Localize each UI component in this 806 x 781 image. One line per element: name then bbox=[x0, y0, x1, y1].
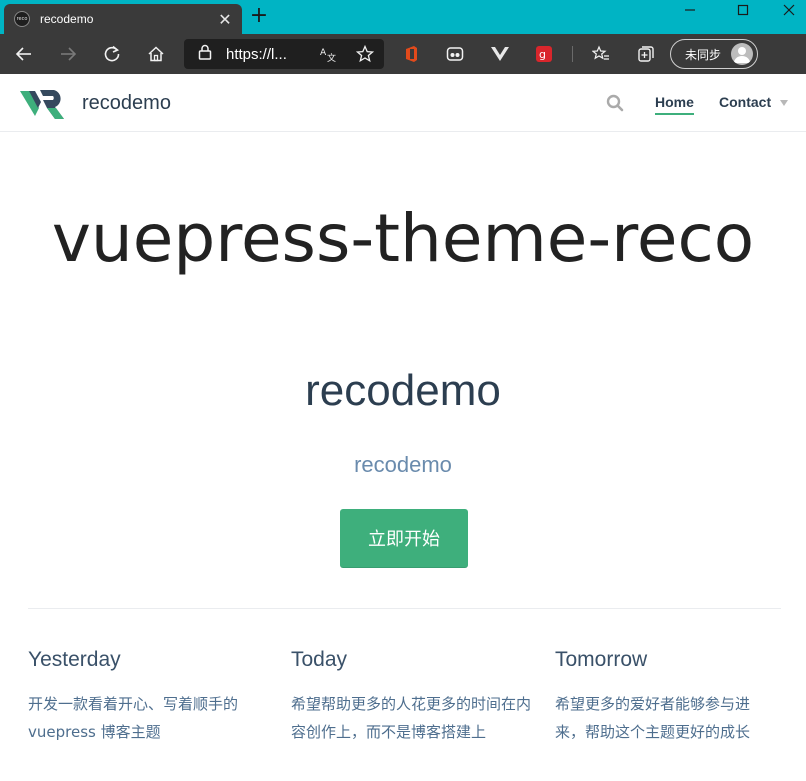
close-window-icon[interactable] bbox=[766, 0, 806, 20]
favorites-icon[interactable] bbox=[587, 40, 615, 68]
hero-description: recodemo bbox=[354, 452, 452, 477]
feature-details: 开发一款看着开心、写着顺手的 vuepress 博客主题 bbox=[28, 695, 239, 741]
nav-link-contact[interactable]: Contact bbox=[719, 94, 771, 110]
nav-link-home[interactable]: Home bbox=[655, 94, 694, 115]
browser-toolbar: https://l... A文 g 未同步 bbox=[0, 34, 806, 74]
avatar-icon bbox=[731, 43, 753, 65]
chevron-down-icon[interactable] bbox=[780, 100, 788, 106]
feature-tomorrow: Tomorrow 希望更多的爱好者能够参与进来，帮助这个主题更好的成长 bbox=[555, 648, 775, 746]
hero-big-text: vuepress-theme-reco bbox=[51, 200, 755, 277]
site-navbar: recodemo Home Contact bbox=[0, 74, 806, 132]
lock-icon bbox=[198, 44, 212, 64]
profile-sync-button[interactable]: 未同步 bbox=[670, 39, 758, 69]
site-logo-icon[interactable] bbox=[20, 86, 66, 120]
browser-tab[interactable]: reco recodemo ✕ bbox=[4, 4, 242, 34]
favorite-star-icon[interactable] bbox=[355, 44, 375, 67]
minimize-icon[interactable] bbox=[667, 0, 713, 20]
hero-divider bbox=[28, 608, 781, 609]
svg-text:A: A bbox=[320, 48, 327, 58]
sync-label: 未同步 bbox=[685, 47, 722, 62]
forward-icon[interactable] bbox=[54, 40, 82, 68]
feature-today: Today 希望帮助更多的人花更多的时间在内容创作上，而不是博客搭建上 bbox=[291, 648, 531, 746]
extension-red-icon[interactable]: g bbox=[530, 40, 558, 68]
tab-favicon-icon: reco bbox=[14, 11, 30, 27]
office-extension-icon[interactable] bbox=[397, 40, 425, 68]
home-icon[interactable] bbox=[142, 40, 170, 68]
new-tab-button[interactable]: + bbox=[248, 5, 270, 28]
address-bar[interactable]: https://l... A文 bbox=[184, 39, 384, 69]
vuejs-devtools-icon[interactable] bbox=[486, 40, 514, 68]
feature-details: 希望更多的爱好者能够参与进来，帮助这个主题更好的成长 bbox=[555, 695, 751, 741]
maximize-icon[interactable] bbox=[720, 0, 766, 20]
tab-close-icon[interactable]: ✕ bbox=[216, 10, 234, 29]
get-started-button[interactable]: 立即开始 bbox=[340, 509, 468, 568]
translate-icon[interactable]: A文 bbox=[320, 46, 338, 66]
address-text: https://l... bbox=[226, 45, 287, 63]
collections-icon[interactable] bbox=[632, 40, 660, 68]
back-icon[interactable] bbox=[10, 40, 38, 68]
feature-title: Yesterday bbox=[28, 648, 121, 671]
toolbar-divider bbox=[572, 46, 573, 62]
feature-details: 希望帮助更多的人花更多的时间在内容创作上，而不是博客搭建上 bbox=[291, 695, 532, 741]
site-name[interactable]: recodemo bbox=[82, 92, 171, 115]
feature-yesterday: Yesterday 开发一款看着开心、写着顺手的 vuepress 博客主题 bbox=[28, 648, 268, 746]
svg-text:文: 文 bbox=[327, 52, 336, 62]
refresh-icon[interactable] bbox=[98, 40, 126, 68]
browser-tab-bar: reco recodemo ✕ + bbox=[0, 0, 806, 34]
feature-title: Today bbox=[291, 648, 348, 671]
search-icon[interactable] bbox=[606, 94, 624, 112]
feature-title: Tomorrow bbox=[555, 648, 648, 671]
extension-icon[interactable] bbox=[441, 40, 469, 68]
hero-title: recodemo bbox=[305, 366, 501, 415]
svg-text:g: g bbox=[539, 48, 546, 61]
tab-title: recodemo bbox=[40, 12, 94, 26]
